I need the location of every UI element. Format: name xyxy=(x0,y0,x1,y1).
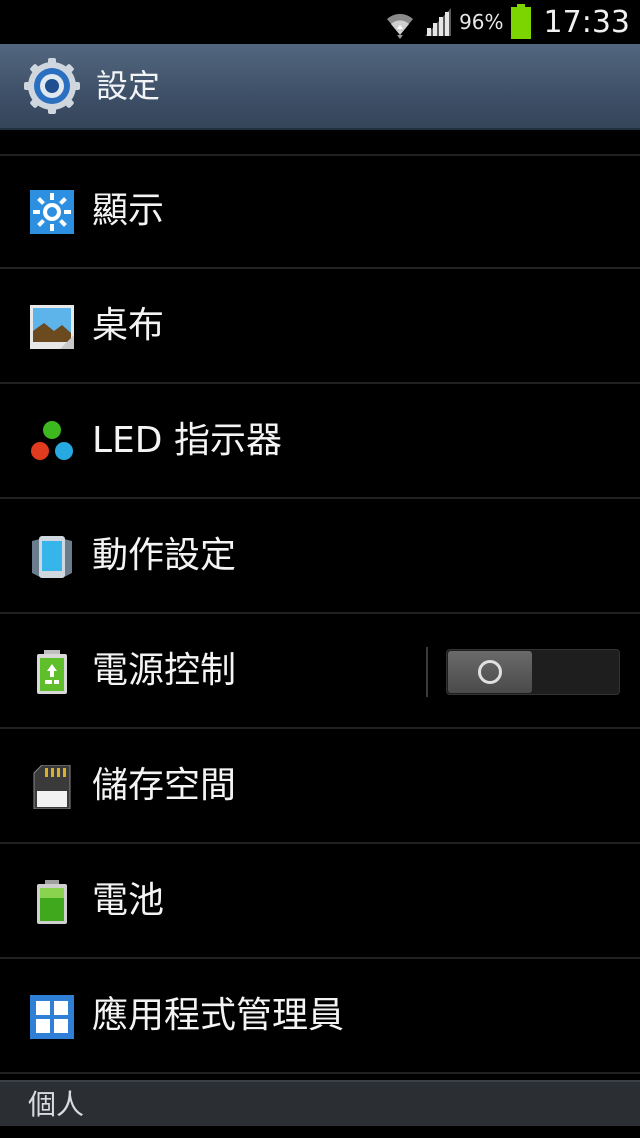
power-saving-toggle[interactable] xyxy=(446,649,620,695)
settings-item-label: 電池 xyxy=(92,880,165,921)
settings-item-label: 儲存空間 xyxy=(92,765,237,806)
settings-item-display[interactable]: 顯示 xyxy=(0,154,640,269)
status-icons: 96% 17:33 xyxy=(383,0,630,44)
wifi-icon xyxy=(387,13,414,39)
section-header-label: 個人 xyxy=(28,1088,85,1121)
settings-gear-icon[interactable] xyxy=(24,58,80,114)
storage-icon xyxy=(33,765,71,809)
settings-item-led[interactable]: LED 指示器 xyxy=(0,384,640,499)
motion-icon xyxy=(32,536,72,578)
battery-percent: 96% xyxy=(459,10,504,34)
battery-status-icon xyxy=(510,4,531,39)
action-bar: 設定 xyxy=(0,44,640,130)
toggle-knob[interactable] xyxy=(448,651,532,693)
settings-list: 顯示 桌布 LED 指示器 動作設定 電源控制 儲存空間 電池 應用程式管理員 xyxy=(0,154,640,1074)
wallpaper-icon xyxy=(30,305,74,349)
settings-item-power-saving[interactable]: 電源控制 xyxy=(0,614,640,729)
status-bar: 96% 17:33 xyxy=(0,0,640,44)
list-bottom xyxy=(0,1126,640,1138)
settings-item-label: 電源控制 xyxy=(92,650,237,691)
settings-item-motion[interactable]: 動作設定 xyxy=(0,499,640,614)
settings-item-app-manager[interactable]: 應用程式管理員 xyxy=(0,959,640,1074)
settings-item-label: 桌布 xyxy=(92,305,165,346)
settings-item-wallpaper[interactable]: 桌布 xyxy=(0,269,640,384)
toggle-off-icon xyxy=(478,660,502,684)
section-header-personal: 個人 xyxy=(0,1080,640,1126)
settings-item-label: 應用程式管理員 xyxy=(92,995,345,1036)
led-indicator-icon xyxy=(31,421,73,460)
page-title: 設定 xyxy=(96,67,161,105)
toggle-divider xyxy=(426,647,428,697)
settings-item-battery[interactable]: 電池 xyxy=(0,844,640,959)
display-brightness-icon xyxy=(30,190,74,234)
battery-icon xyxy=(37,880,67,924)
settings-item-storage[interactable]: 儲存空間 xyxy=(0,729,640,844)
settings-item-label: LED 指示器 xyxy=(92,420,282,461)
settings-item-label: 顯示 xyxy=(92,190,165,231)
power-saving-icon xyxy=(37,650,67,694)
app-manager-icon xyxy=(30,995,74,1039)
settings-item-label: 動作設定 xyxy=(92,535,237,576)
signal-icon xyxy=(425,8,452,36)
clock: 17:33 xyxy=(543,4,630,40)
